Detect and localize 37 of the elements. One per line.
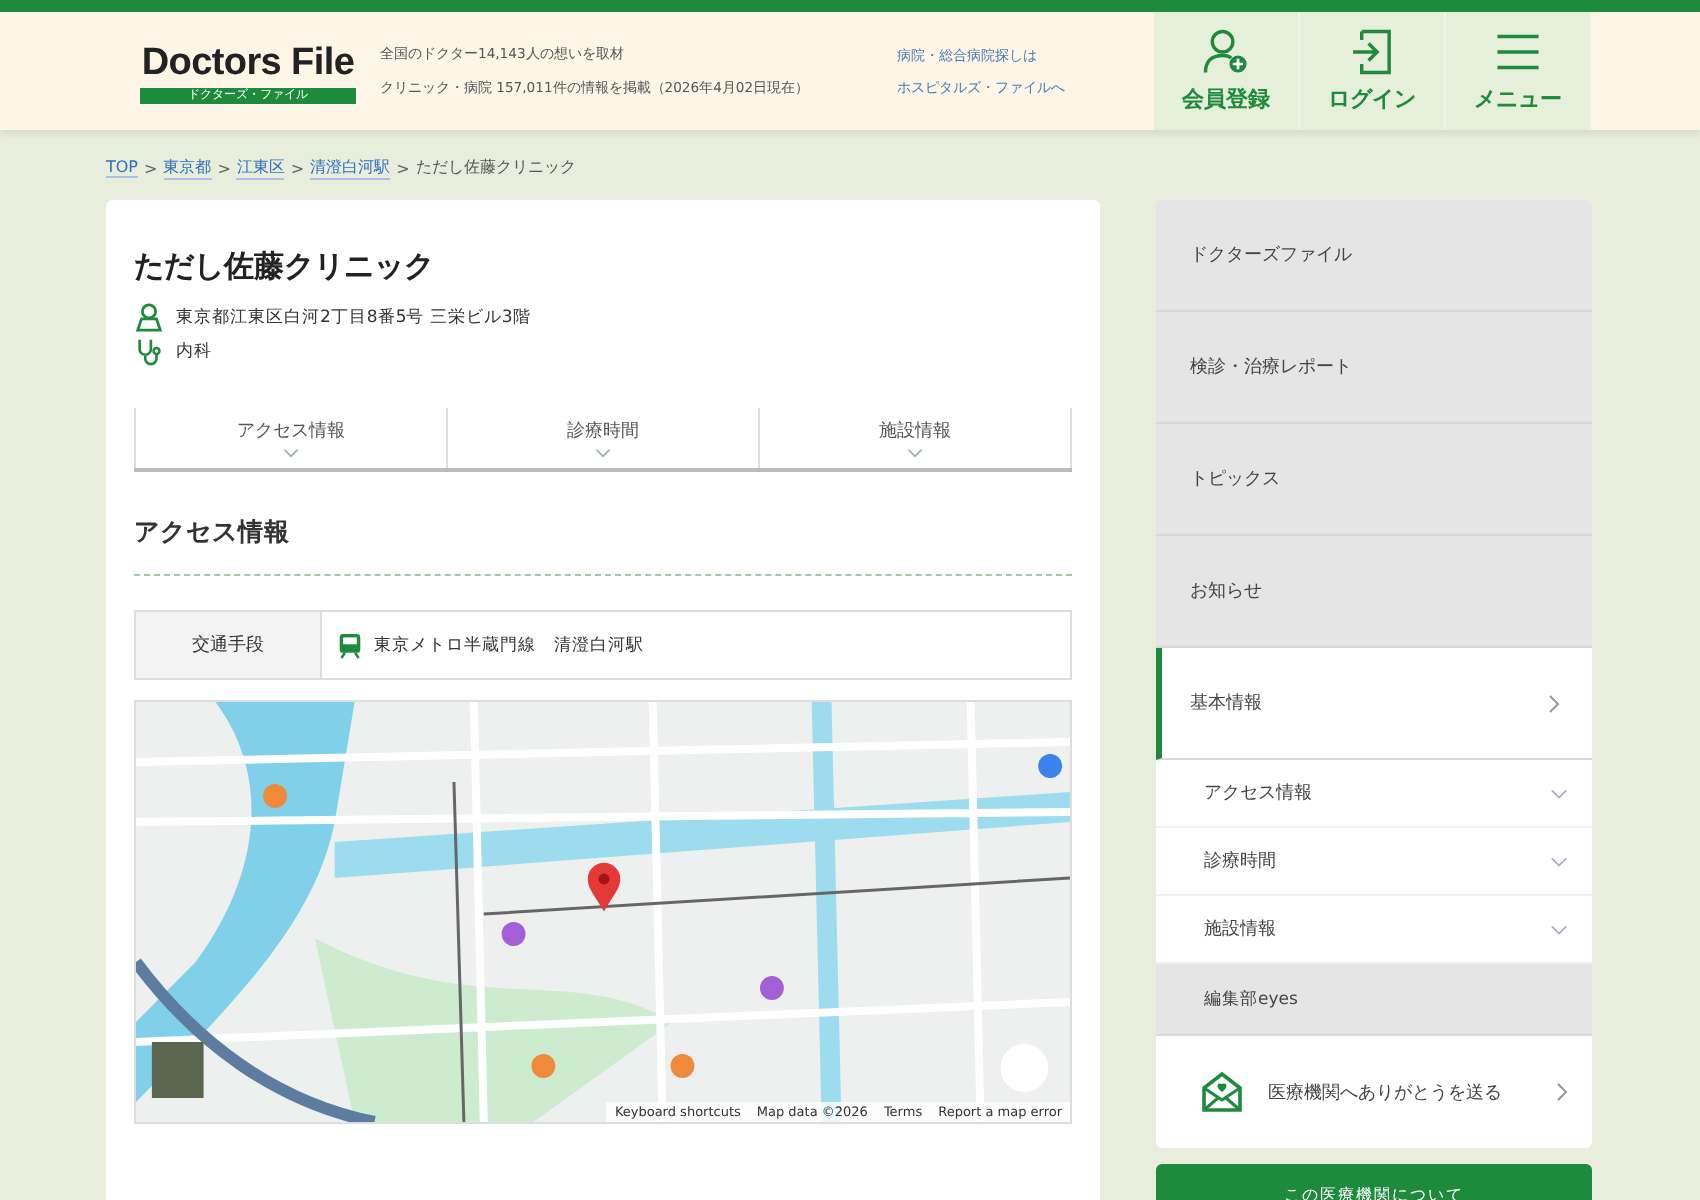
sidebar-subitem[interactable]: アクセス情報 bbox=[1156, 760, 1592, 828]
breadcrumb-current: ただし佐藤クリニック bbox=[415, 156, 576, 180]
logo-text: Doctors File bbox=[140, 39, 356, 87]
envelope-heart-icon bbox=[1200, 1070, 1244, 1114]
clinic-name: ただし佐藤クリニック bbox=[134, 248, 436, 286]
breadcrumb-link[interactable]: 清澄白河駅 bbox=[310, 156, 391, 180]
location-person-icon bbox=[134, 302, 164, 332]
thanks-link[interactable]: 医療機関へありがとうを送る bbox=[1156, 1036, 1592, 1148]
sidebar-subitem[interactable]: 診療時間 bbox=[1156, 828, 1592, 896]
breadcrumb-link[interactable]: 江東区 bbox=[236, 156, 285, 180]
train-icon bbox=[338, 631, 362, 659]
chevron-down-icon bbox=[282, 448, 300, 458]
clinic-department: 内科 bbox=[176, 339, 212, 363]
login-icon bbox=[1348, 28, 1396, 76]
breadcrumb-link[interactable]: TOP bbox=[106, 158, 139, 178]
user-add-icon bbox=[1202, 28, 1250, 76]
breadcrumb-separator: > bbox=[396, 159, 410, 177]
chevron-down-icon bbox=[906, 448, 924, 458]
map-pin-icon bbox=[586, 862, 622, 914]
table-header-cell: 交通手段 bbox=[136, 612, 322, 678]
breadcrumb-separator: > bbox=[217, 159, 231, 177]
section-heading: アクセス情報 bbox=[134, 516, 292, 550]
breadcrumb-separator: > bbox=[290, 159, 305, 177]
chevron-down-icon bbox=[1550, 787, 1568, 799]
section-tab[interactable]: 施設情報 bbox=[758, 408, 1072, 468]
table-cell: 東京メトロ半蔵門線 清澄白河駅 bbox=[374, 633, 644, 657]
stethoscope-icon bbox=[134, 336, 164, 366]
chevron-down-icon bbox=[1550, 923, 1568, 935]
sidebar-item[interactable]: 基本情報 bbox=[1156, 648, 1592, 760]
chevron-down-icon bbox=[1550, 855, 1568, 867]
chevron-right-icon bbox=[1556, 1082, 1568, 1102]
sidebar-subitem[interactable]: 施設情報 bbox=[1156, 896, 1592, 964]
breadcrumb-separator: > bbox=[144, 159, 158, 177]
clinic-address: 東京都江東区白河2丁目8番5号 三栄ビル3階 bbox=[176, 305, 531, 329]
breadcrumb-link[interactable]: 東京都 bbox=[163, 156, 212, 180]
chevron-down-icon bbox=[594, 448, 612, 458]
chevron-right-icon bbox=[1548, 693, 1560, 713]
